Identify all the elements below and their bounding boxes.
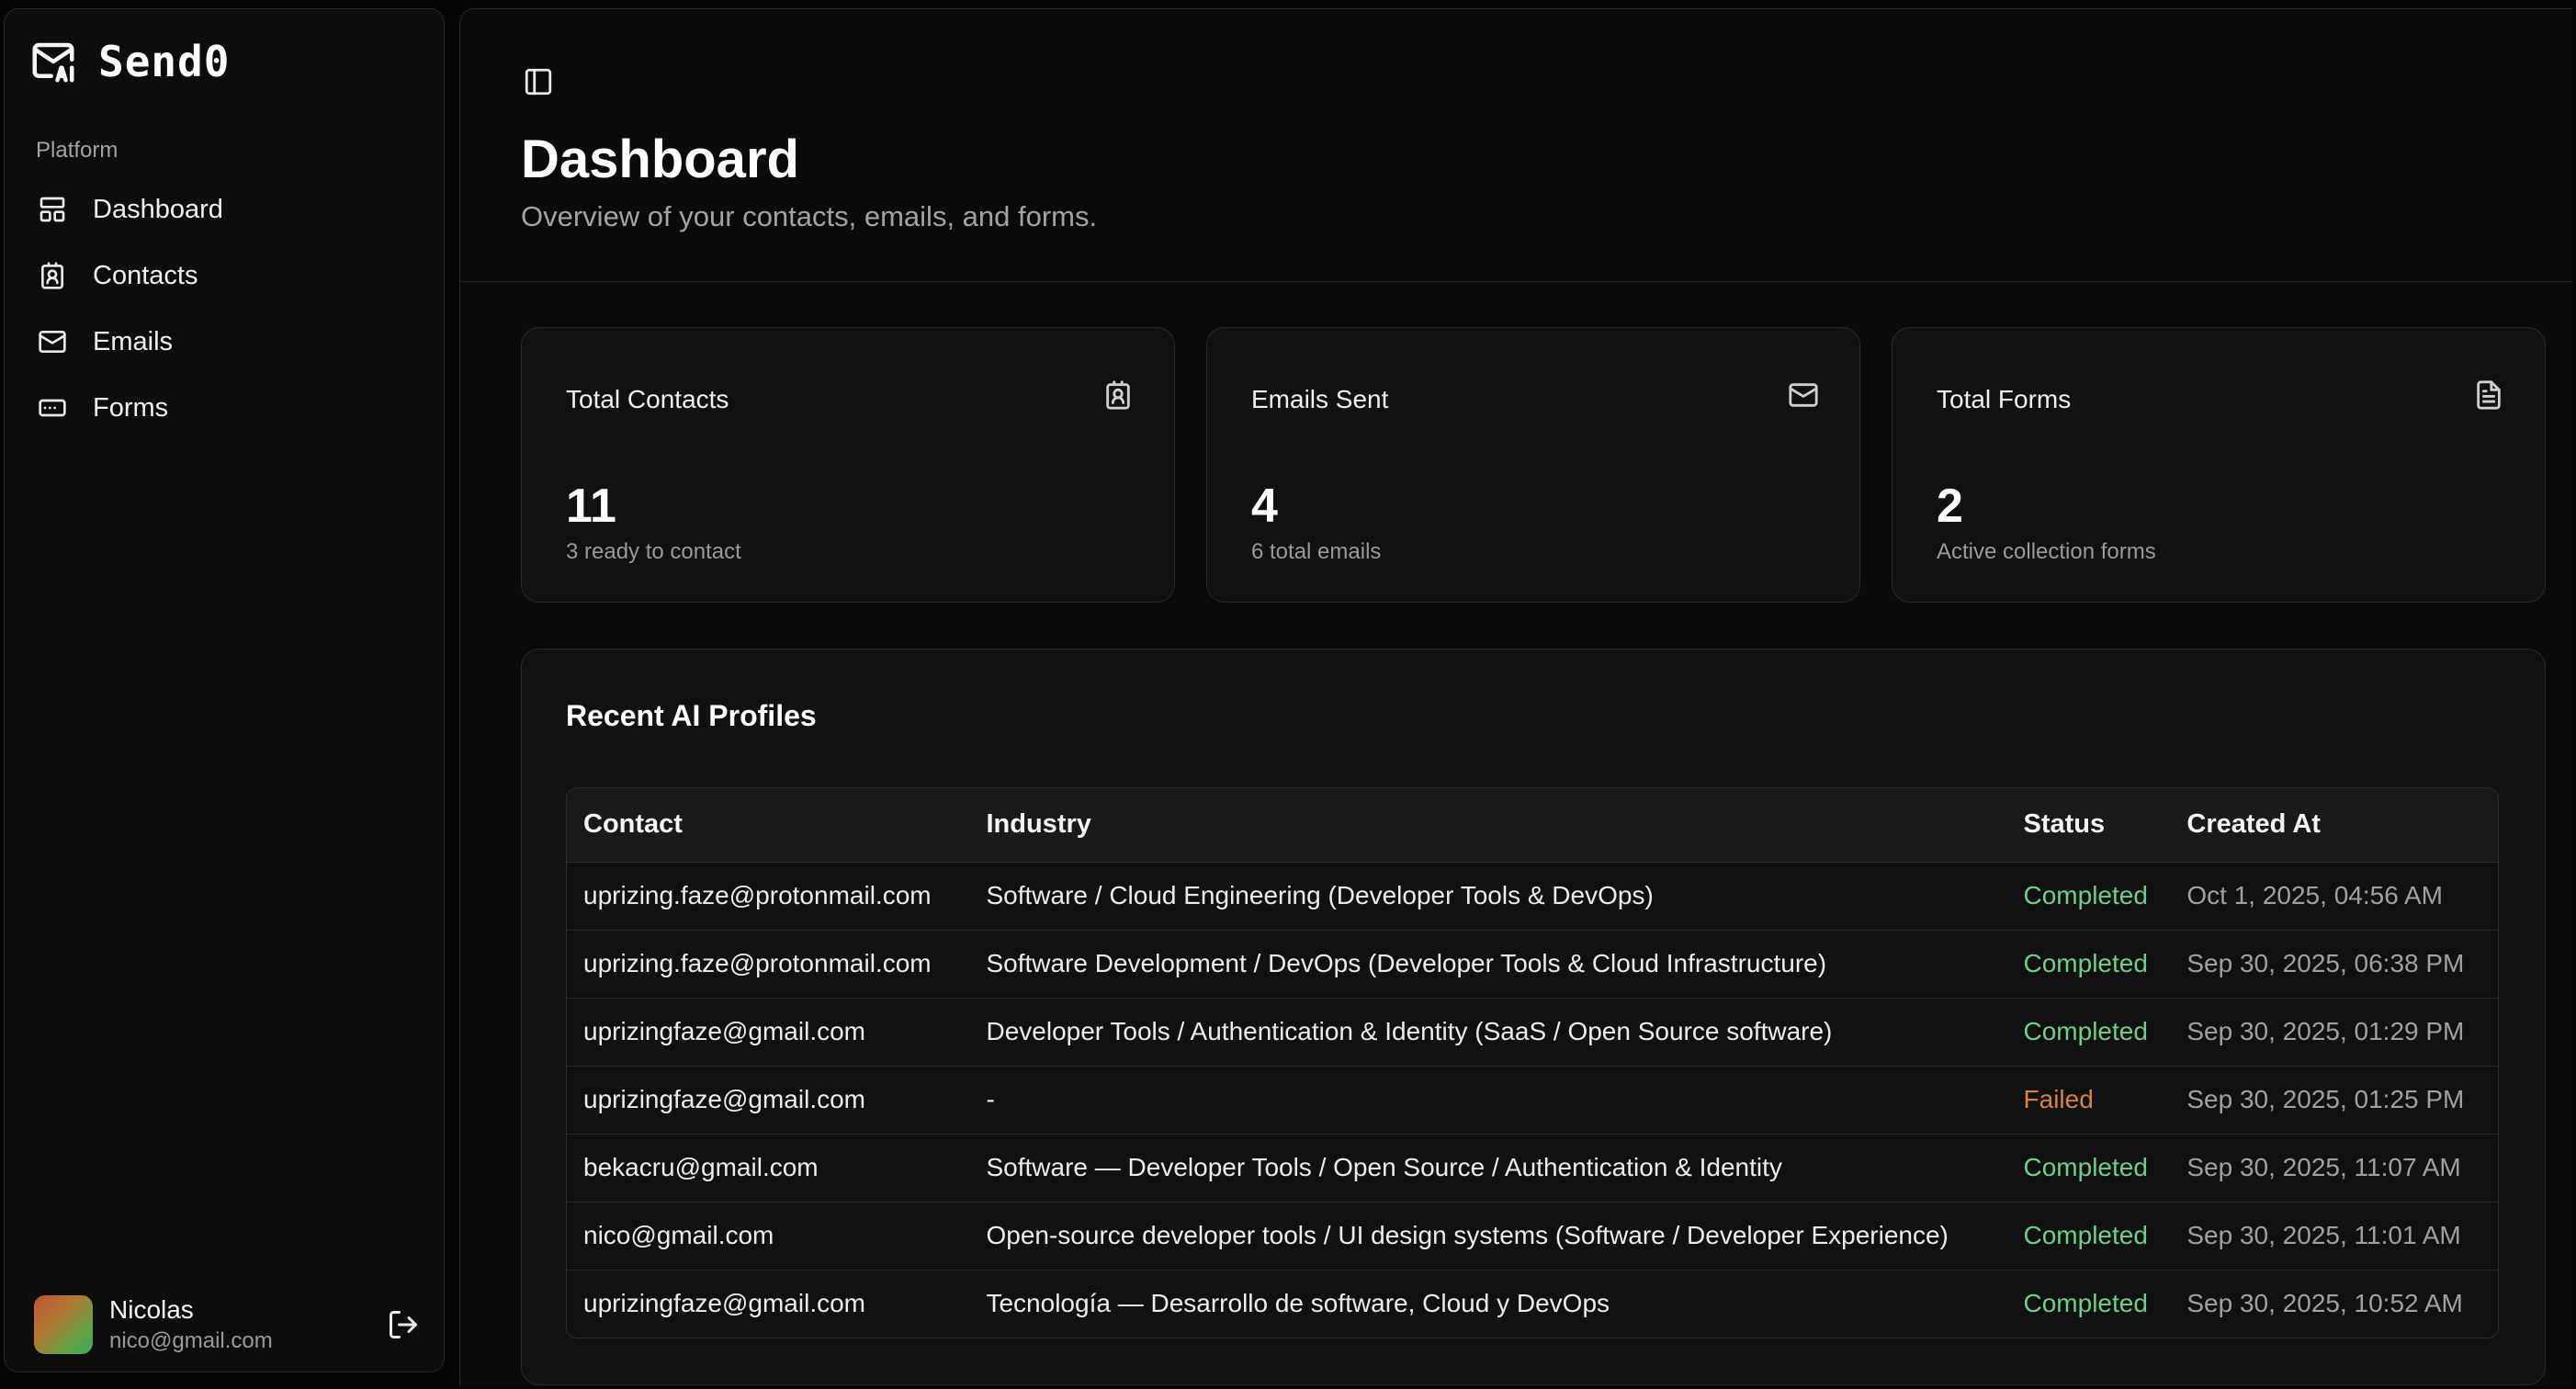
stat-card-value: 4 (1251, 480, 1278, 533)
user-profile[interactable]: Nicolas nico@gmail.com (34, 1288, 420, 1361)
cell-status: Completed (2006, 998, 2171, 1067)
stat-card-title: Emails Sent (1251, 385, 1389, 413)
sidebar-item-label: Contacts (93, 260, 198, 290)
stat-card-subtext: 6 total emails (1251, 539, 1382, 564)
sidebar-toggle-icon[interactable] (523, 66, 554, 97)
sidebar-nav: Dashboard Contacts Emails Forms (21, 176, 425, 441)
page-subtitle: Overview of your contacts, emails, and f… (521, 200, 1098, 232)
cell-status: Completed (2006, 930, 2171, 999)
table-row[interactable]: uprizing.faze@protonmail.com Software De… (567, 930, 2498, 999)
nav-group-label: Platform (36, 138, 119, 163)
cell-status: Completed (2006, 1134, 2171, 1203)
stat-card-subtext: Active collection forms (1937, 539, 2156, 564)
stat-card-total-forms: Total Forms 2 Active collection forms (1892, 327, 2546, 603)
header-divider (460, 281, 2573, 282)
contact-icon (41, 262, 63, 289)
sidebar-item-emails[interactable]: Emails (21, 309, 425, 375)
stat-card-value: 11 (566, 480, 616, 533)
cell-created-at: Sep 30, 2025, 06:38 PM (2170, 930, 2498, 999)
cell-industry: Software Development / DevOps (Developer… (969, 930, 2007, 999)
cell-created-at: Sep 30, 2025, 10:52 AM (2186, 1289, 2463, 1318)
sidebar-item-label: Emails (93, 326, 174, 356)
table-row[interactable]: uprizing.faze@protonmail.com Software / … (567, 862, 2498, 931)
app-root: Send0 Platform Dashboard Contacts Emails… (0, 0, 2576, 1389)
cell-status: Failed (2006, 1066, 2171, 1135)
cell-created-at: Sep 30, 2025, 01:29 PM (2170, 998, 2498, 1067)
cell-created-at: Sep 30, 2025, 01:25 PM (2170, 1066, 2498, 1135)
sidebar-item-label: Dashboard (93, 194, 223, 224)
recent-ai-profiles-panel: Recent AI Profiles Contact Industry Stat… (521, 649, 2546, 1385)
user-email: nico@gmail.com (109, 1328, 273, 1353)
column-header-created-at: Created At (2170, 788, 2498, 863)
sidebar-item-forms[interactable]: Forms (21, 375, 425, 441)
user-info: Nicolas nico@gmail.com (109, 1295, 273, 1354)
stat-card-value: 2 (1937, 480, 1963, 533)
sidebar-item-label: Forms (93, 392, 169, 423)
sidebar: Send0 Platform Dashboard Contacts Emails… (4, 8, 445, 1372)
cell-status: Completed (2023, 1289, 2148, 1318)
main-content: Dashboard Overview of your contacts, ema… (459, 8, 2573, 1386)
column-header-industry: Industry (969, 788, 2007, 863)
brand-name: Send0 (98, 37, 231, 86)
cell-created-at: Sep 30, 2025, 11:07 AM (2170, 1134, 2498, 1203)
table-row[interactable]: uprizingfaze@gmail.com Developer Tools /… (567, 998, 2498, 1067)
cell-industry: Software — Developer Tools / Open Source… (969, 1134, 2007, 1203)
cell-status: Completed (2006, 862, 2171, 931)
table-header-row: Contact Industry Status Created At (567, 788, 2498, 863)
stat-card-subtext: 3 ready to contact (566, 539, 741, 564)
brand[interactable]: Send0 (28, 37, 230, 86)
stat-card-title: Total Contacts (566, 385, 729, 413)
cell-contact: uprizingfaze@gmail.com (567, 998, 970, 1067)
cell-industry: Software / Cloud Engineering (Developer … (969, 862, 2007, 931)
stat-card-emails-sent: Emails Sent 4 6 total emails (1206, 327, 1860, 603)
mail-icon (39, 331, 66, 353)
cell-industry: Tecnología — Desarrollo de software, Clo… (986, 1289, 1610, 1318)
log-out-icon[interactable] (387, 1308, 420, 1341)
contact-icon (1106, 380, 1130, 410)
mail-icon (1789, 383, 1818, 407)
cell-contact: uprizing.faze@protonmail.com (567, 862, 970, 931)
cell-contact: nico@gmail.com (567, 1202, 970, 1270)
user-name: Nicolas (109, 1295, 194, 1324)
avatar (34, 1295, 93, 1354)
stat-card-total-contacts: Total Contacts 11 3 ready to contact (521, 327, 1175, 603)
sidebar-item-dashboard[interactable]: Dashboard (21, 176, 425, 243)
cell-industry: Developer Tools / Authentication & Ident… (969, 998, 2007, 1067)
cell-created-at: Sep 30, 2025, 11:01 AM (2170, 1202, 2498, 1270)
cell-contact: uprizingfaze@gmail.com (567, 1066, 970, 1135)
mail-ai-icon (32, 42, 74, 83)
page-title: Dashboard (521, 130, 799, 189)
cell-contact: uprizingfaze@gmail.com (583, 1289, 865, 1318)
layout-dashboard-icon (40, 197, 65, 222)
cell-created-at: Oct 1, 2025, 04:56 AM (2170, 862, 2498, 931)
column-header-contact: Contact (567, 788, 970, 863)
table-row[interactable]: uprizingfaze@gmail.com Tecnología — Desa… (567, 1270, 2498, 1338)
cell-status: Completed (2006, 1202, 2171, 1270)
table-row[interactable]: uprizingfaze@gmail.com - Failed Sep 30, … (567, 1066, 2498, 1135)
sidebar-item-contacts[interactable]: Contacts (21, 243, 425, 309)
table-row[interactable]: nico@gmail.com Open-source developer too… (567, 1202, 2498, 1270)
table-row[interactable]: bekacru@gmail.com Software — Developer T… (567, 1134, 2498, 1203)
form-input-icon (39, 399, 66, 417)
panel-title: Recent AI Profiles (566, 699, 817, 732)
cell-contact: uprizing.faze@protonmail.com (567, 930, 970, 999)
cell-industry: Open-source developer tools / UI design … (969, 1202, 2007, 1270)
cell-contact: bekacru@gmail.com (567, 1134, 970, 1203)
column-header-status: Status (2006, 788, 2171, 863)
cell-industry: - (969, 1066, 2007, 1135)
stat-card-title: Total Forms (1937, 385, 2072, 413)
profiles-table: Contact Industry Status Created At upriz… (566, 787, 2499, 1338)
file-text-icon (2477, 380, 2501, 410)
stats-cards: Total Contacts 11 3 ready to contact Ema… (521, 327, 2546, 603)
